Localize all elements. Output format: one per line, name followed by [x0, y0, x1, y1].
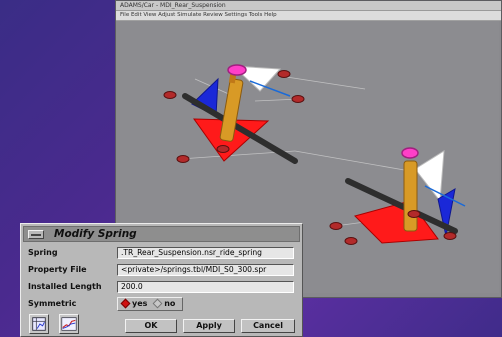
- curve-plot-icon-button[interactable]: [59, 314, 79, 334]
- property-file-field[interactable]: <private>/springs.tbl/MDI_S0_300.spr: [117, 264, 294, 276]
- radio-selected-icon[interactable]: [120, 298, 131, 309]
- hardpoint-marker: [291, 95, 305, 103]
- modify-spring-dialog: Modify Spring Spring .TR_Rear_Suspension…: [20, 223, 303, 337]
- hardpoint-marker: [329, 222, 343, 230]
- installed-length-field[interactable]: 200.0: [117, 281, 294, 293]
- hardpoint-marker: [163, 91, 177, 99]
- symmetric-label: Symmetric: [28, 299, 77, 308]
- link-line: [249, 80, 291, 97]
- symmetric-no-option[interactable]: no: [150, 298, 175, 309]
- spring-seat-marker-2: [401, 147, 419, 159]
- spring-damper-2: [403, 160, 418, 232]
- curve-plot-icon: [61, 317, 77, 331]
- installed-length-label: Installed Length: [28, 282, 102, 291]
- front-suspension-assembly: [182, 64, 298, 164]
- symmetric-yes-label[interactable]: yes: [132, 299, 147, 308]
- rear-suspension-assembly: [345, 147, 466, 244]
- spring-field[interactable]: .TR_Rear_Suspension.nsr_ride_spring: [117, 247, 294, 259]
- viewer-menubar[interactable]: File Edit View Adjust Simulate Review Se…: [116, 11, 501, 21]
- symmetric-yes-option[interactable]: yes: [118, 298, 147, 309]
- table-icon: [32, 317, 46, 331]
- symmetric-no-label[interactable]: no: [164, 299, 175, 308]
- table-icon-button[interactable]: [29, 314, 49, 334]
- hardpoint-marker: [277, 70, 291, 78]
- spring-label: Spring: [28, 248, 58, 257]
- hardpoint-marker: [344, 237, 358, 245]
- symmetric-radio-group: yes no: [117, 297, 183, 311]
- apply-button[interactable]: Apply: [183, 319, 235, 333]
- cancel-button[interactable]: Cancel: [241, 319, 295, 333]
- hardpoint-marker: [443, 232, 457, 240]
- dialog-title: Modify Spring: [54, 228, 137, 240]
- hardpoint-marker: [216, 145, 230, 153]
- radio-unselected-icon[interactable]: [152, 298, 163, 309]
- red-lower-arm-2: [354, 200, 439, 244]
- spring-seat-marker: [227, 64, 247, 76]
- viewer-titlebar: ADAMS/Car - MDI_Rear_Suspension: [116, 1, 501, 11]
- ok-button[interactable]: OK: [125, 319, 177, 333]
- property-file-label: Property File: [28, 265, 87, 274]
- hardpoint-marker: [407, 210, 421, 218]
- dialog-titlebar[interactable]: Modify Spring: [23, 226, 300, 242]
- hardpoint-marker: [176, 155, 190, 163]
- window-menu-icon[interactable]: [28, 230, 44, 239]
